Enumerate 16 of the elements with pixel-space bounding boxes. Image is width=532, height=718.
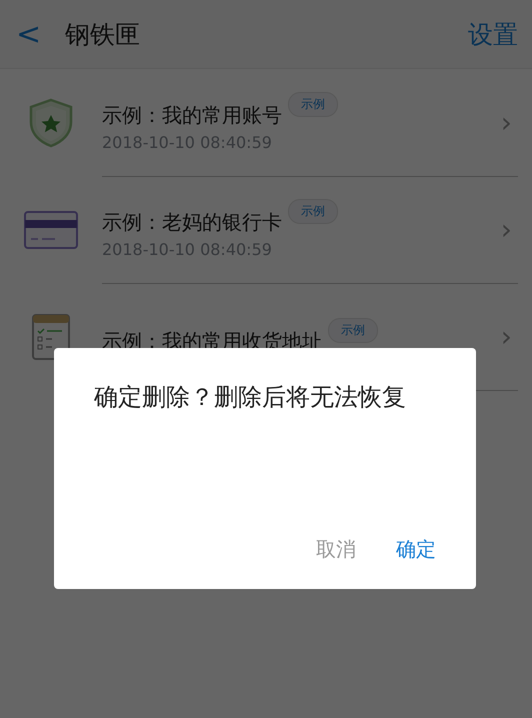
shield-icon	[28, 98, 74, 148]
item-title[interactable]: 示例：我的常用账号	[102, 92, 282, 129]
settings-link[interactable]: 设置	[468, 18, 518, 50]
item-title[interactable]: 示例：老妈的银行卡	[102, 199, 282, 236]
sample-tag: 示例	[328, 318, 378, 342]
chevron-icon: ›	[500, 320, 518, 352]
bank-card-icon	[24, 210, 78, 248]
sample-tag: 示例	[288, 92, 338, 117]
page-title: 钢铁匣	[65, 18, 142, 50]
chevron-icon: ›	[500, 212, 518, 246]
chevron-icon: ›	[500, 106, 518, 138]
dialog-message: 确定删除？删除后将无法恢复	[94, 382, 407, 413]
back-button[interactable]: <	[16, 16, 42, 52]
cancel-button[interactable]: 取消	[316, 532, 356, 567]
sample-tag: 示例	[288, 199, 338, 224]
confirm-button[interactable]: 确定	[396, 532, 436, 567]
